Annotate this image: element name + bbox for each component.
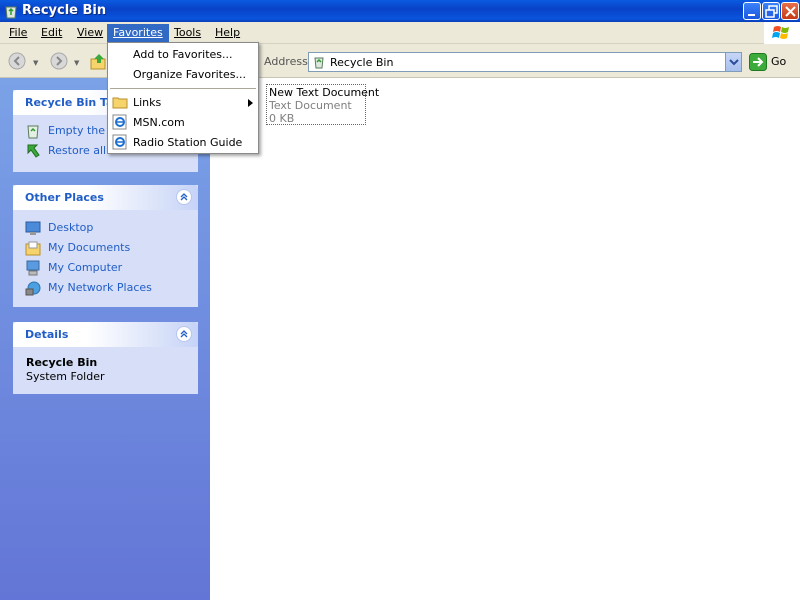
my-computer-icon	[25, 260, 41, 276]
menu-bar: File Edit View Favorites Tools Help	[0, 22, 800, 44]
close-icon	[785, 6, 796, 17]
menu-help[interactable]: Help	[209, 24, 246, 42]
menu-add-to-favorites[interactable]: Add to Favorites...	[109, 44, 257, 64]
forward-dropdown-icon[interactable]: ▼	[74, 59, 79, 67]
menu-tools[interactable]: Tools	[168, 24, 207, 42]
submenu-arrow-icon	[248, 97, 253, 107]
my-documents-icon	[25, 240, 41, 256]
forward-arrow-icon	[50, 52, 68, 70]
task-pane: Recycle Bin Tasks Empty the Recycle Bin …	[0, 78, 210, 600]
maximize-button[interactable]	[762, 2, 780, 20]
minimize-icon	[748, 14, 755, 16]
menu-edit[interactable]: Edit	[35, 24, 68, 42]
menu-file[interactable]: File	[3, 24, 33, 42]
recycle-bin-icon	[3, 3, 19, 19]
details-name: Recycle Bin	[26, 356, 98, 369]
collapse-button[interactable]	[176, 189, 192, 205]
collapse-button[interactable]	[176, 326, 192, 342]
file-item[interactable]: New Text Document Text Document 0 KB	[266, 84, 380, 125]
forward-button[interactable]	[50, 52, 68, 70]
favorites-menu: Add to Favorites... Organize Favorites..…	[107, 42, 259, 154]
menu-organize-favorites[interactable]: Organize Favorites...	[109, 64, 257, 84]
my-network-places-link[interactable]: My Network Places	[25, 279, 190, 297]
chevron-down-icon	[729, 59, 739, 66]
go-button[interactable]: Go	[749, 52, 799, 72]
my-computer-link[interactable]: My Computer	[25, 259, 185, 277]
back-dropdown-icon[interactable]: ▼	[33, 59, 38, 67]
panel-title: Other Places	[25, 191, 104, 204]
back-arrow-icon	[8, 52, 26, 70]
back-button[interactable]	[8, 52, 26, 70]
details-panel: Details Recycle Bin System Folder	[13, 322, 198, 394]
details-type: System Folder	[26, 370, 105, 383]
menu-separator	[110, 88, 256, 89]
ie-link-icon	[112, 134, 128, 150]
file-name: New Text Document	[269, 86, 380, 99]
restore-icon	[765, 5, 778, 18]
file-type: Text Document	[269, 99, 352, 112]
panel-header[interactable]: Other Places	[13, 185, 198, 210]
chevron-up-icon	[180, 330, 188, 338]
title-bar[interactable]: Recycle Bin	[0, 0, 800, 22]
desktop-icon	[25, 220, 41, 236]
up-folder-icon	[90, 54, 106, 70]
empty-recycle-bin-icon	[25, 123, 41, 139]
panel-header[interactable]: Details	[13, 322, 198, 347]
menu-view[interactable]: View	[71, 24, 109, 42]
network-places-icon	[25, 280, 41, 296]
window-title: Recycle Bin	[22, 3, 107, 18]
menu-radio-station-guide[interactable]: Radio Station Guide	[109, 132, 257, 152]
file-list-area[interactable]: New Text Document Text Document 0 KB	[210, 78, 800, 600]
address-label: Address	[264, 55, 308, 68]
my-documents-link[interactable]: My Documents	[25, 239, 185, 257]
go-arrow-icon	[749, 53, 767, 71]
ie-link-icon	[112, 114, 128, 130]
close-button[interactable]	[781, 2, 799, 20]
restore-arrow-icon	[25, 143, 41, 159]
windows-logo	[764, 22, 800, 44]
address-bar[interactable]: Recycle Bin	[308, 52, 742, 72]
panel-title: Details	[25, 328, 69, 341]
address-dropdown-button[interactable]	[725, 53, 741, 71]
menu-msn[interactable]: MSN.com	[109, 112, 257, 132]
file-size: 0 KB	[269, 112, 295, 125]
desktop-link[interactable]: Desktop	[25, 219, 185, 237]
menu-favorites[interactable]: Favorites	[107, 24, 169, 42]
chevron-up-icon	[180, 193, 188, 201]
go-label: Go	[771, 55, 787, 68]
other-places-panel: Other Places Desktop My Documents My Com…	[13, 185, 198, 307]
minimize-button[interactable]	[743, 2, 761, 20]
menu-links[interactable]: Links	[109, 92, 257, 112]
recycle-bin-icon	[312, 55, 326, 69]
address-value: Recycle Bin	[330, 56, 394, 69]
folder-icon	[112, 94, 128, 110]
up-button[interactable]	[90, 52, 108, 70]
